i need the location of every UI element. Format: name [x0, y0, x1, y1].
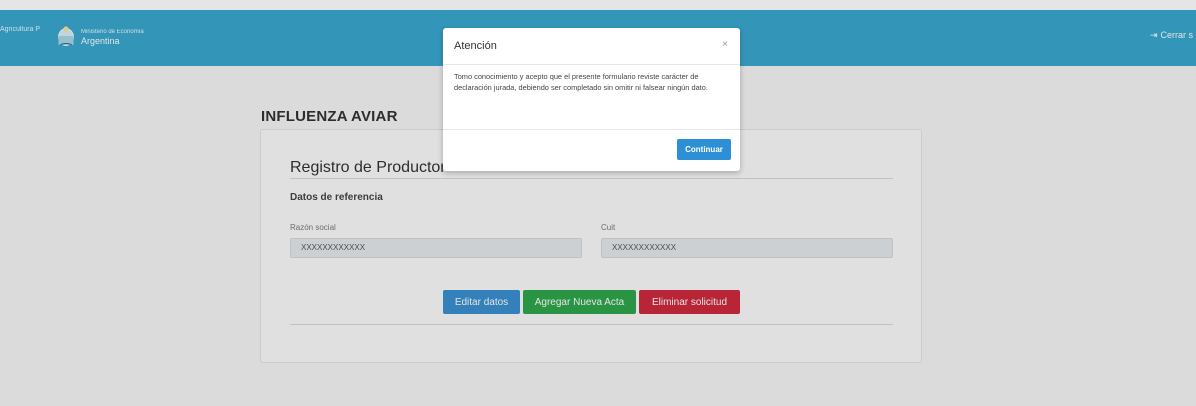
- modal-title: Atención: [454, 40, 497, 52]
- modal-body-text: Tomo conocimiento y acepto que el presen…: [454, 72, 708, 92]
- continue-button[interactable]: Continuar: [677, 139, 731, 160]
- modal-footer-divider: [443, 129, 740, 130]
- close-icon[interactable]: ×: [719, 39, 731, 51]
- attention-modal: Atención × Tomo conocimiento y acepto qu…: [443, 28, 740, 171]
- modal-header: Atención ×: [443, 28, 740, 65]
- app-page: Agricultura Pesca Ministerio de Economía…: [0, 0, 1196, 406]
